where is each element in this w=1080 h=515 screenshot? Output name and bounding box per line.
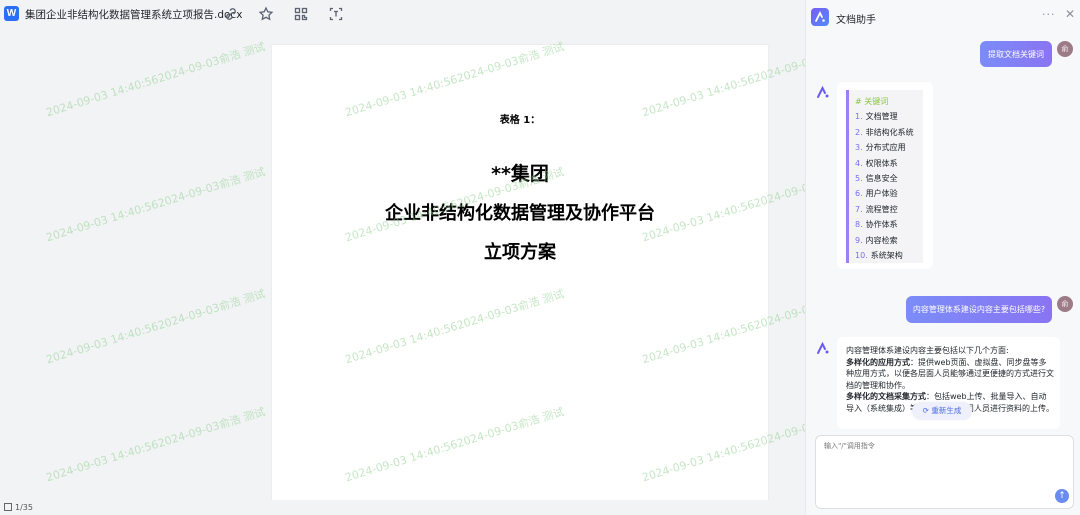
scan-icon[interactable] bbox=[328, 6, 344, 22]
list-item: 6. 用户体验 bbox=[855, 189, 898, 199]
table-label: 表格 1： bbox=[499, 115, 541, 126]
list-item: 3. 分布式应用 bbox=[855, 143, 906, 153]
list-item: 7. 流程管控 bbox=[855, 204, 898, 214]
page-icon bbox=[4, 503, 12, 511]
user-message: 提取文档关键词 bbox=[980, 41, 1052, 67]
watermark: 2024-09-03 14:40:562024-09-03俞浩 测试 bbox=[44, 287, 267, 367]
watermark: 2024-09-03 14:40:562024-09-03俞浩 测试 bbox=[44, 405, 267, 485]
watermark: 2024-09-03 14:40:562024-09-03俞浩 测试 bbox=[44, 40, 267, 120]
close-icon[interactable]: ✕ bbox=[1065, 7, 1075, 21]
assistant-logo-icon bbox=[811, 8, 829, 26]
document-area[interactable]: 表格 1： **集团 企业非结构化数据管理及协作平台 立项方案 2024-09-… bbox=[0, 30, 805, 500]
panel-title: 文档助手 bbox=[836, 15, 876, 26]
regenerate-label: 重新生成 bbox=[931, 406, 962, 415]
keywords-heading: # 关键词 bbox=[855, 97, 889, 106]
list-item: 10. 系统架构 bbox=[855, 250, 903, 260]
link-icon[interactable] bbox=[223, 6, 239, 22]
list-item: 2. 非结构化系统 bbox=[855, 127, 914, 137]
bot-avatar-icon bbox=[816, 85, 830, 99]
watermark: 2024-09-03 14:40:562024-09-03俞浩 测试 bbox=[44, 165, 267, 245]
word-file-icon: W bbox=[4, 6, 19, 21]
answer-intro: 内容管理体系建设内容主要包括以下几个方面: bbox=[846, 346, 1009, 355]
title-line-3: 立项方案 bbox=[484, 242, 556, 263]
bot-avatar-icon bbox=[816, 341, 830, 355]
keywords-list: # 关键词 1. 文档管理 2. 非结构化系统 3. 分布式应用 4. 权限体系 5. 信… bbox=[846, 90, 923, 263]
document-title: 集团企业非结构化数据管理系统立项报告.docx bbox=[25, 9, 243, 21]
title-line-1: **集团 bbox=[491, 163, 549, 185]
list-item: 9. 内容检索 bbox=[855, 235, 898, 245]
regenerate-button[interactable]: ⟳ 重新生成 bbox=[912, 402, 972, 420]
avatar: 俞 bbox=[1057, 296, 1073, 312]
assistant-panel: 文档助手 ··· ✕ 提取文档关键词 俞 # 关键词 1. 文档管理 2. 非结构化… bbox=[805, 0, 1080, 515]
answer-point-1: 多样化的应用方式：提供web页面、虚拟盘、同步盘等多种应用方式，以便各层面人员能… bbox=[846, 357, 1054, 390]
avatar: 俞 bbox=[1057, 41, 1073, 57]
keywords-reply-card: # 关键词 1. 文档管理 2. 非结构化系统 3. 分布式应用 4. 权限体系 5. 信… bbox=[837, 82, 933, 269]
chat-input[interactable] bbox=[824, 442, 1054, 450]
title-line-2: 企业非结构化数据管理及协作平台 bbox=[385, 203, 655, 224]
status-bar: 1/35 bbox=[0, 500, 805, 515]
top-bar: W 集团企业非结构化数据管理系统立项报告.docx bbox=[0, 0, 805, 30]
page-count: 1/35 bbox=[15, 503, 33, 512]
send-button[interactable]: ↑ bbox=[1055, 489, 1069, 503]
chat-input-box[interactable]: ↑ bbox=[815, 435, 1074, 509]
user-message: 内容管理体系建设内容主要包括哪些? bbox=[906, 296, 1052, 323]
list-item: 8. 协作体系 bbox=[855, 220, 898, 230]
more-icon[interactable]: ··· bbox=[1042, 8, 1056, 21]
star-icon[interactable] bbox=[258, 6, 274, 22]
list-item: 4. 权限体系 bbox=[855, 158, 898, 168]
document-page[interactable]: 表格 1： **集团 企业非结构化数据管理及协作平台 立项方案 bbox=[272, 45, 768, 500]
grid-icon[interactable] bbox=[293, 6, 309, 22]
list-item: 5. 信息安全 bbox=[855, 173, 898, 183]
list-item: 1. 文档管理 bbox=[855, 112, 898, 122]
